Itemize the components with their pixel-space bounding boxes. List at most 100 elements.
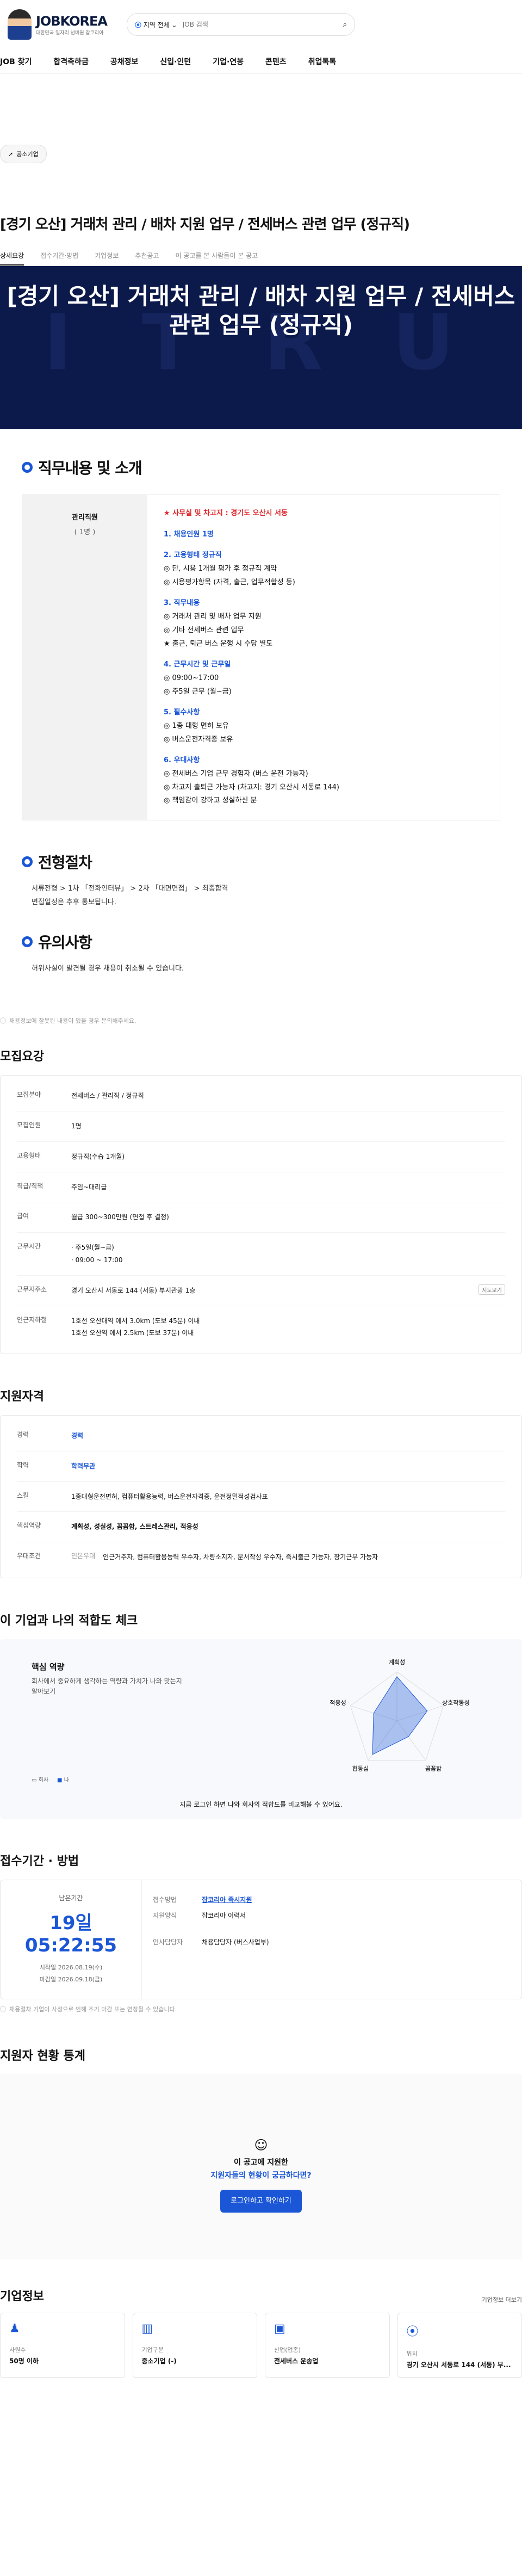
radar-label: 적응성: [330, 1700, 346, 1707]
detail-line: ◎ 거래처 관리 및 배차 업무 지원: [164, 613, 262, 621]
legend-me: ■ 나: [57, 1777, 69, 1784]
detail-left: 관리직원 ( 1명 ): [22, 495, 147, 820]
fit-caption[interactable]: 지금 로그인 하면 나와 회사의 적합도를 비교해볼 수 있어요.: [0, 1800, 522, 1809]
map-button[interactable]: 지도보기: [478, 1284, 505, 1295]
detail-line: ◎ 전세버스 기업 근무 경험자 (버스 운전 가능자): [164, 770, 308, 778]
notice-text: 허위사실이 발견될 경우 채용이 취소될 수 있습니다.: [32, 965, 184, 973]
fit-heading: 이 기업과 나의 적합도 체크: [0, 1614, 138, 1628]
detail-line: [164, 589, 483, 597]
emoji-icon: ☺: [254, 2138, 268, 2153]
nav-item-company[interactable]: 기업·연봉: [213, 56, 244, 67]
row-key: 인근지하철: [17, 1315, 47, 1324]
detail-line: ◎ 책임감이 강하고 성실하신 분: [164, 796, 257, 805]
card-label: 산업(업종): [274, 2346, 301, 2354]
radar-area: [372, 1676, 428, 1755]
job-banner: I T R U [경기 오산] 거래처 관리 / 배차 지원 업무 / 전세버스…: [0, 266, 522, 429]
process-line: 서류전형 > 1차 「전화인터뷰」 > 2차 「대면면접」 > 최종합격: [32, 885, 228, 893]
building-icon: ▥: [141, 2322, 153, 2336]
row-key: 학력: [17, 1461, 29, 1469]
tab-detail[interactable]: 상세요강: [0, 246, 24, 265]
nav-item-content[interactable]: 콘텐츠: [265, 56, 287, 67]
nav-item-public[interactable]: 공채정보: [110, 56, 139, 67]
radar-label: 계획성: [389, 1659, 405, 1666]
row-key: 급여: [17, 1212, 29, 1220]
countdown: 남은기간 19일 05:22:55 시작일 2026.08.19(수) 마감일 2…: [1, 1880, 142, 1999]
fit-panel: 핵심 역량 회사에서 중요하게 생각하는 역량과 가치가 나와 맞는지 알아보기…: [0, 1639, 522, 1819]
search-icon[interactable]: ⌕: [343, 21, 347, 29]
login-button[interactable]: 로그인하고 확인하기: [220, 2190, 302, 2213]
radar-chart: 계획성상호작동성꼼꼼함 협동심 적응성: [330, 1659, 470, 1772]
company-heading: 기업정보: [0, 2290, 44, 2304]
recruit-row: 모집분야 전세버스 / 관리직 / 정규직: [17, 1081, 505, 1111]
company-tag[interactable]: ➚ 공소기업: [0, 145, 47, 163]
detail-line: [164, 699, 483, 706]
nav-item-reward[interactable]: 합격축하금: [53, 56, 88, 67]
recruit-row: 고용형태 정규직(수습 1개월): [17, 1142, 505, 1172]
legend-company: ▭ 회사: [32, 1777, 49, 1784]
recruit-row: 인근지하철 1호선 오산대역 에서 3.0km (도보 45분) 이내 1호선 오…: [17, 1306, 505, 1349]
qual-row: 스킬 1종대형운전면허, 컴퓨터활용능력, 버스운전자격증, 운전정밀적성검사표: [17, 1482, 505, 1512]
row-key: 직급/직책: [17, 1182, 44, 1190]
fit-legend: ▭ 회사 ■ 나: [32, 1775, 69, 1783]
stats-question: ☺ 이 공고에 지원한 지원자들의 현황이 궁금하다면?: [0, 2074, 522, 2182]
detail-line: ◎ 버스운전자격증 보유: [164, 735, 233, 744]
apply-link[interactable]: 잡코리아 즉시지원: [202, 1896, 252, 1904]
qual-heading: 지원자격: [0, 1390, 44, 1404]
row-value: · 주5일(월~금) · 09:00 ~ 17:00: [71, 1244, 123, 1264]
tab-receipt[interactable]: 접수기간·방법: [40, 246, 78, 265]
detail-line: [164, 541, 483, 549]
detail-line: ◎ 시용평가항목 (자격, 출근, 업무적합성 등): [164, 578, 295, 586]
rocket-icon: ➚: [8, 150, 14, 158]
tab-company[interactable]: 기업정보: [95, 246, 119, 265]
tab-viewed[interactable]: 이 공고를 본 사람들이 본 공고: [176, 246, 258, 265]
receipt-note-text: 채용절차 기업이 사정으로 인해 조기 마감 또는 연장될 수 있습니다.: [9, 2006, 177, 2013]
tab-recommend[interactable]: 추천공고: [135, 246, 159, 265]
stats-q1: 이 공고에 지원한: [234, 2158, 288, 2167]
qual-row: 학력 학력무관: [17, 1451, 505, 1482]
process-text: 서류전형 > 1차 「전화인터뷰」 > 2차 「대면면접」 > 최종합격 면접일정…: [22, 882, 500, 909]
detail-line: [164, 521, 483, 528]
job-detail: 직무내용 및 소개 관리직원 ( 1명 ) ★ 사무실 및 차고지 : 경기도 오…: [0, 429, 522, 998]
nav-item-intern[interactable]: 신입·인턴: [160, 56, 191, 67]
row-key: 스킬: [17, 1491, 29, 1499]
row-value: 학력무관: [71, 1462, 96, 1470]
company-header: 기업정보 기업정보 더보기: [0, 2287, 522, 2304]
logo-text: JOBKOREA: [36, 13, 108, 29]
nav-item-talk[interactable]: 취업톡톡: [308, 56, 337, 67]
radar-label: 상호작동성: [442, 1700, 470, 1707]
row-value: 인근거주자, 컴퓨터활용능력 우수자, 차량소지자, 문서작성 우수자, 즉시출…: [103, 1553, 378, 1561]
qual-row: 우대조건 인본우대 인근거주자, 컴퓨터활용능력 우수자, 차량소지자, 문서작성 …: [17, 1542, 505, 1572]
main-nav: JOB 찾기 합격축하금 공채정보 신입·인턴 기업·연봉 콘텐츠 취업톡톡: [0, 49, 522, 74]
receipt-method: 접수방법 잡코리아 즉시지원 지원양식 잡코리아 이력서 인사담당자 채용담당자 (버…: [142, 1880, 521, 1999]
company-more-link[interactable]: 기업정보 더보기: [482, 2295, 522, 2304]
ring-icon: [22, 936, 33, 948]
detail-line: 5. 필수사항: [164, 708, 200, 717]
recruit-row: 모집인원 1명: [17, 1111, 505, 1142]
detail-line: ★ 사무실 및 차고지 : 경기도 오산시 서동: [164, 509, 288, 517]
report-note-text: 채용정보에 잘못된 내용이 있을 경우 문의해주세요.: [9, 1017, 136, 1025]
search-input[interactable]: [182, 21, 338, 28]
row-value: 1명: [71, 1122, 82, 1130]
manager-value: 채용담당자 (버스사업부): [202, 1938, 269, 1946]
row-key: 모집인원: [17, 1121, 41, 1129]
detail-lines: ★ 사무실 및 차고지 : 경기도 오산시 서동 1. 채용인원 1명 2. 고용형…: [147, 495, 500, 820]
detail-line: [164, 746, 483, 754]
detail-line: 6. 우대사항: [164, 756, 200, 765]
row-value: 경기 오산시 서동로 144 (서동) 부지관광 1층: [71, 1286, 196, 1294]
start-date: 2026.08.19(수): [58, 1964, 103, 1972]
detail-line: 3. 직무내용: [164, 599, 200, 608]
receipt-box: 남은기간 19일 05:22:55 시작일 2026.08.19(수) 마감일 2…: [0, 1880, 522, 2000]
recruit-box: 모집분야 전세버스 / 관리직 / 정규직모집인원 1명고용형태 정규직(수습 1개월…: [0, 1075, 522, 1355]
card-value: 중소기업 (-): [141, 2357, 177, 2365]
location-label: 지역 전체: [143, 21, 170, 29]
logo[interactable]: JOBKOREA 대한민국 일자리 넘버원 잡코리아: [8, 9, 108, 40]
card-value: 50명 이하: [9, 2357, 39, 2365]
card-label: 사원수: [9, 2346, 26, 2354]
end-date: 2026.09.18(금): [58, 1976, 103, 1984]
recruit-heading: 모집요강: [0, 1050, 44, 1064]
report-note[interactable]: ⓘ 채용정보에 잘못된 내용이 있을 경우 문의해주세요.: [0, 1016, 522, 1025]
card-label: 위치: [406, 2350, 418, 2358]
nav-item-job[interactable]: JOB 찾기: [0, 56, 32, 67]
detail-line: ◎ 기타 전세버스 관련 업무: [164, 626, 244, 634]
location-filter[interactable]: ⦿ 지역 전체 ⌄: [135, 20, 177, 29]
